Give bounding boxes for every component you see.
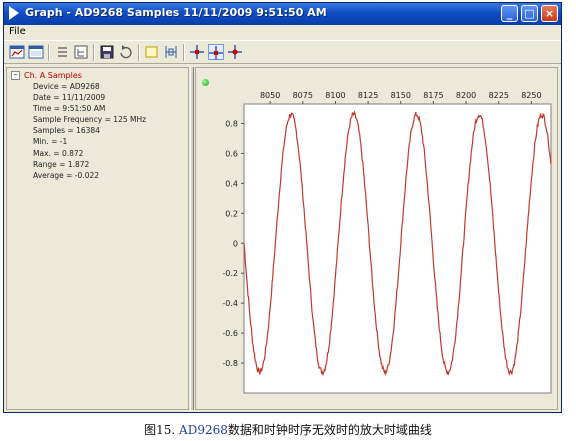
- crosshair-icon[interactable]: [189, 44, 205, 60]
- menu-file[interactable]: File: [9, 26, 26, 37]
- graph-icon[interactable]: [9, 44, 25, 60]
- zoom-fit-icon[interactable]: [163, 44, 179, 60]
- x-tick-label: 8075: [293, 91, 313, 100]
- y-tick-label: 0.6: [225, 149, 238, 158]
- y-tick-label: 0.8: [225, 119, 238, 128]
- crosshair-active-icon[interactable]: [208, 44, 224, 60]
- x-tick-label: 8175: [423, 91, 443, 100]
- caption-text: 数据和时钟时序无效时的放大时域曲线: [227, 423, 432, 437]
- collapse-icon[interactable]: −: [11, 71, 20, 80]
- tree-item-min[interactable]: Min. = -1: [33, 137, 146, 148]
- maximize-button[interactable]: □: [521, 5, 538, 22]
- list-icon[interactable]: [54, 44, 70, 60]
- caption-prefix: 图15.: [144, 423, 180, 437]
- x-tick-label: 8150: [391, 91, 411, 100]
- tree-item-max[interactable]: Max. = 0.872: [33, 149, 146, 160]
- tree-item-range[interactable]: Range = 1.872: [33, 160, 146, 171]
- window-icon[interactable]: [28, 44, 44, 60]
- waveform-chart[interactable]: 8050 8075 8100 8125 8150 8175 8200 8225 8250 0.8 0…: [196, 68, 557, 409]
- tree-item-sample-frequency[interactable]: Sample Frequency = 125 MHz: [33, 115, 146, 126]
- x-tick-label: 8050: [260, 91, 280, 100]
- y-tick-label: 0.2: [225, 209, 238, 218]
- refresh-icon[interactable]: [118, 44, 134, 60]
- x-tick-label: 8200: [456, 91, 476, 100]
- tree-icon[interactable]: [73, 44, 89, 60]
- y-tick-label: -0.6: [222, 329, 238, 338]
- y-tick-label: -0.8: [222, 359, 238, 368]
- sample-info-tree: − Ch. A Samples Device = AD9268 Date = 11…: [6, 67, 189, 410]
- tree-item-time[interactable]: Time = 9:51:50 AM: [33, 104, 146, 115]
- title-bar[interactable]: Graph - AD9268 Samples 11/11/2009 9:51:5…: [4, 3, 561, 25]
- tree-item-average[interactable]: Average = -0.022: [33, 171, 146, 182]
- y-tick-label: -0.4: [222, 299, 238, 308]
- y-tick-label: 0.4: [225, 179, 238, 188]
- tree-root[interactable]: − Ch. A Samples: [11, 71, 82, 80]
- save-icon[interactable]: [99, 44, 115, 60]
- x-tick-label: 8100: [325, 91, 345, 100]
- crosshair-alt-icon[interactable]: [227, 44, 243, 60]
- tree-item-device[interactable]: Device = AD9268: [33, 82, 146, 93]
- tree-items: Device = AD9268 Date = 11/11/2009 Time =…: [33, 82, 146, 182]
- y-tick-label: -0.2: [222, 269, 238, 278]
- close-button[interactable]: ×: [541, 5, 558, 22]
- tree-root-label: Ch. A Samples: [24, 71, 82, 80]
- toolbar: [4, 40, 561, 64]
- panel-splitter[interactable]: [190, 67, 194, 410]
- menu-bar: File: [4, 25, 561, 39]
- window-title: Graph - AD9268 Samples 11/11/2009 9:51:5…: [25, 6, 327, 19]
- minimize-button[interactable]: _: [501, 5, 518, 22]
- tree-item-date[interactable]: Date = 11/11/2009: [33, 93, 146, 104]
- app-icon: [9, 6, 19, 20]
- y-tick-label: 0: [233, 239, 238, 248]
- graph-window: Graph - AD9268 Samples 11/11/2009 9:51:5…: [3, 2, 562, 413]
- figure-caption: 图15. AD9268数据和时钟时序无效时的放大时域曲线: [0, 421, 576, 438]
- graph-panel: 8050 8075 8100 8125 8150 8175 8200 8225 8250 0.8 0…: [195, 67, 558, 410]
- tree-item-samples[interactable]: Samples = 16384: [33, 126, 146, 137]
- zoom-box-icon[interactable]: [144, 44, 160, 60]
- x-tick-label: 8225: [489, 91, 509, 100]
- x-tick-label: 8250: [521, 91, 541, 100]
- x-tick-label: 8125: [358, 91, 378, 100]
- caption-part: AD9268: [179, 423, 228, 437]
